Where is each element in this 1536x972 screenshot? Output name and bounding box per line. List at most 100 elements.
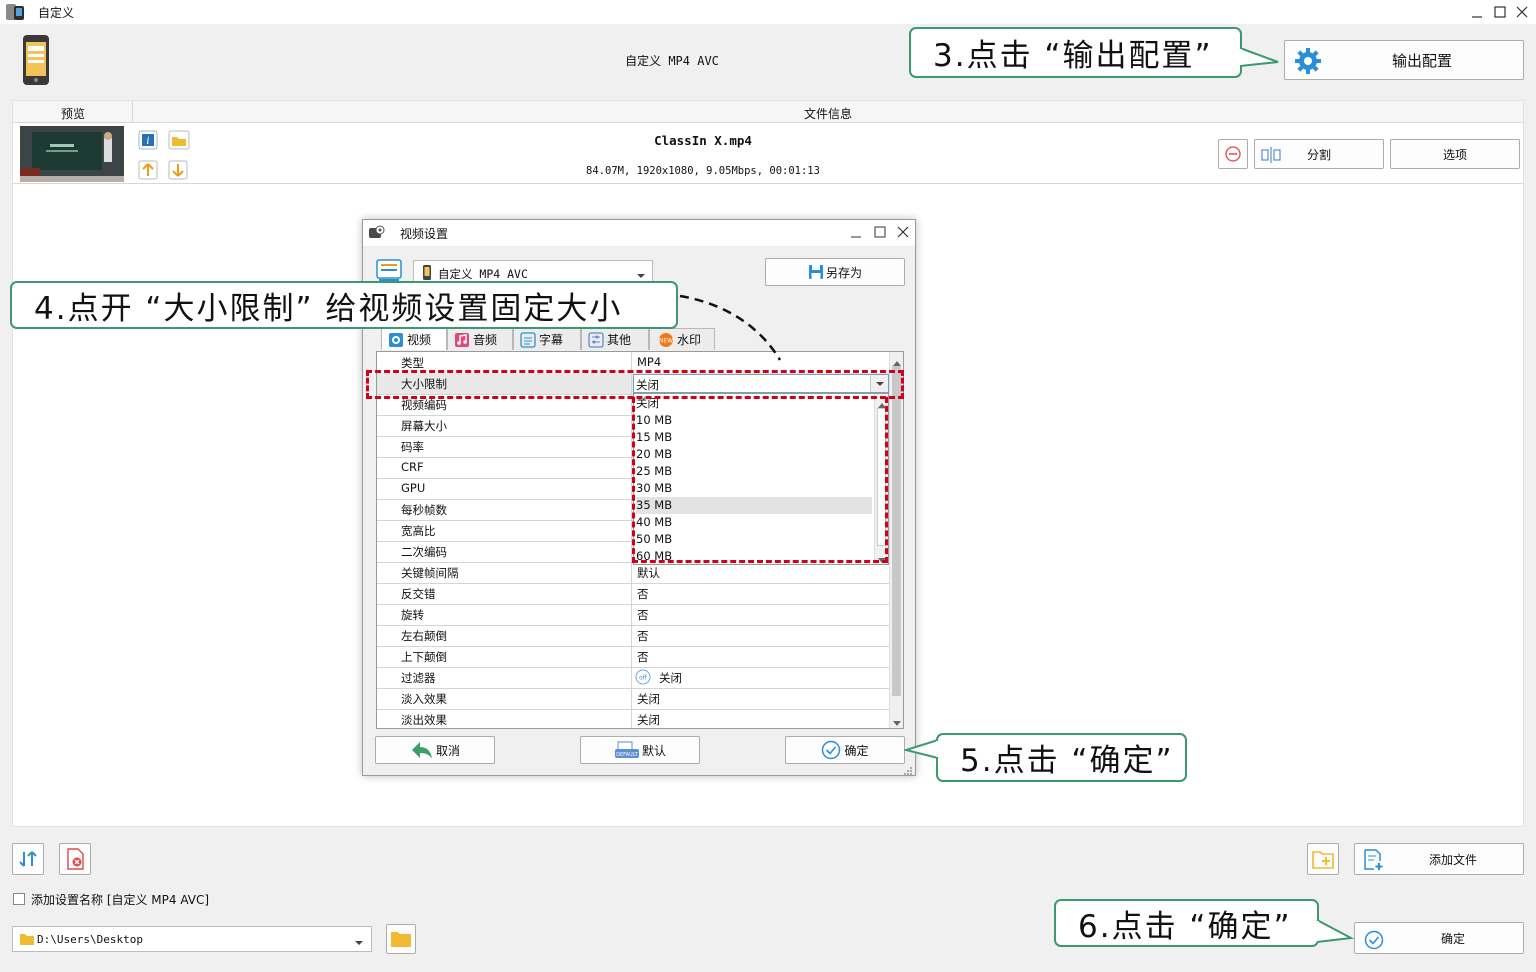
window-title: 自定义 (38, 6, 75, 20)
tab-video-label: 视频 (407, 333, 432, 347)
sort-button[interactable] (12, 843, 44, 875)
property-row[interactable]: 反交错 否 (377, 583, 889, 605)
property-value[interactable]: 否 (637, 586, 649, 602)
close-icon[interactable] (1513, 3, 1531, 21)
property-name: CRF (401, 460, 424, 474)
property-name: 旋转 (401, 608, 424, 622)
output-config-button[interactable]: 输出配置 (1284, 40, 1524, 80)
default-button[interactable]: DEFAULT 默认 (580, 736, 700, 764)
property-row[interactable]: 淡入效果 关闭 (377, 688, 889, 710)
grid-scroll-thumb[interactable] (892, 366, 901, 696)
profile-select-value: 自定义 MP4 AVC (438, 267, 528, 281)
main-ok-button[interactable]: 确定 (1354, 922, 1524, 954)
resize-grip-icon[interactable] (903, 765, 913, 775)
tab-subtitle-label: 字幕 (539, 333, 564, 347)
file-details: 84.07M, 1920x1080, 9.05Mbps, 00:01:13 (586, 165, 820, 177)
move-down-icon[interactable] (168, 160, 188, 180)
split-label: 分割 (1306, 147, 1331, 162)
property-row[interactable]: off 过滤器 关闭 (377, 667, 889, 689)
property-divider (631, 562, 632, 583)
property-name: 类型 (401, 356, 424, 370)
dialog-ok-button[interactable]: 确定 (785, 736, 905, 764)
callout-step4-text: 4.点开 “大小限制” 给视频设置固定大小 (34, 290, 623, 327)
tab-audio[interactable]: 音频 (447, 328, 513, 350)
maximize-icon[interactable] (1491, 3, 1509, 21)
property-value[interactable]: 默认 (637, 565, 660, 581)
tab-audio-label: 音频 (473, 333, 498, 347)
default-label: 默认 (641, 743, 666, 758)
split-button[interactable]: 分割 (1254, 139, 1384, 169)
property-value[interactable]: 否 (637, 607, 649, 623)
dialog-minimize-icon[interactable] (848, 224, 864, 240)
property-name: 每秒帧数 (401, 503, 447, 517)
options-button[interactable]: 选项 (1390, 139, 1520, 169)
callout-step3-text: 3.点击 “输出配置” (933, 38, 1213, 74)
property-value[interactable]: 关闭 (637, 712, 660, 728)
output-path-select[interactable]: D:\Users\Desktop (12, 926, 372, 952)
split-icon (1261, 146, 1281, 164)
property-row[interactable]: 左右颠倒 否 (377, 625, 889, 647)
move-up-icon[interactable] (138, 160, 158, 180)
file-row[interactable]: i ClassIn X.mp4 84.07M, 1920x1080, 9.05M… (13, 124, 1523, 184)
property-name: 上下颠倒 (401, 650, 447, 664)
property-row[interactable]: 旋转 否 (377, 604, 889, 626)
property-name: 码率 (401, 440, 424, 454)
dialog-ok-label: 确定 (844, 743, 869, 758)
grid-scrollbar[interactable] (889, 352, 903, 728)
callout-step5: 5.点击 “确定” (936, 733, 1187, 782)
sort-icon (18, 849, 38, 869)
minimize-icon[interactable] (1468, 3, 1486, 21)
remove-file-button[interactable] (1218, 139, 1248, 169)
tab-video[interactable]: 视频 (381, 328, 447, 350)
add-setting-name-checkbox[interactable] (13, 893, 25, 905)
cancel-button[interactable]: 取消 (375, 736, 495, 764)
app-icon (4, 2, 26, 22)
save-as-button[interactable]: 另存为 (765, 258, 905, 286)
property-name: 关键帧间隔 (401, 566, 459, 580)
title-bar: 自定义 (0, 0, 1536, 24)
property-value[interactable]: 关闭 (659, 670, 682, 686)
add-file-button[interactable]: 添加文件 (1354, 843, 1524, 875)
tab-other[interactable]: 其他 (581, 328, 649, 350)
browse-folder-icon (390, 930, 412, 948)
off-toggle-icon[interactable]: off (635, 669, 651, 685)
callout-step4-pointer (679, 294, 782, 361)
info-icon[interactable]: i (138, 130, 158, 150)
scroll-down-icon[interactable] (893, 716, 901, 726)
add-folder-button[interactable] (1307, 843, 1339, 875)
dialog-close-icon[interactable] (895, 224, 911, 240)
scroll-up-icon[interactable] (893, 355, 901, 366)
remove-icon (1225, 146, 1241, 162)
gear-icon (1293, 46, 1323, 76)
main-ok-label: 确定 (1440, 931, 1465, 946)
output-path-value: D:\Users\Desktop (37, 933, 143, 946)
callout-step5-text: 5.点击 “确定” (960, 743, 1174, 779)
file-name: ClassIn X.mp4 (654, 133, 752, 148)
dialog-maximize-icon[interactable] (872, 224, 888, 240)
dialog-title-bar: 视频设置 (363, 220, 915, 246)
settings-tabs: 视频 音频 字幕 其他 NEW 水印 (381, 328, 721, 350)
property-name: 淡出效果 (401, 713, 447, 727)
property-value[interactable]: MP4 (637, 355, 661, 369)
folder-icon[interactable] (168, 130, 190, 150)
other-tab-icon (588, 331, 604, 348)
property-value[interactable]: 否 (637, 649, 649, 665)
watermark-tab-icon: NEW (658, 332, 674, 348)
property-row[interactable]: 上下颠倒 否 (377, 646, 889, 668)
property-value[interactable]: 否 (637, 628, 649, 644)
delete-file-icon (65, 848, 85, 870)
property-value[interactable]: 关闭 (637, 691, 660, 707)
clear-list-button[interactable] (59, 843, 91, 875)
video-thumbnail[interactable] (20, 126, 124, 182)
property-name: 视频编码 (401, 398, 447, 412)
property-row[interactable]: 淡出效果 关闭 (377, 709, 889, 728)
property-row[interactable]: 关键帧间隔 默认 (377, 562, 889, 584)
path-chevron-down-icon (354, 936, 364, 945)
property-name: 屏幕大小 (401, 419, 447, 433)
default-icon: DEFAULT (614, 741, 640, 759)
svg-text:NEW: NEW (659, 337, 673, 344)
browse-folder-button[interactable] (386, 924, 416, 954)
tab-subtitle[interactable]: 字幕 (513, 328, 581, 350)
tab-other-label: 其他 (607, 333, 632, 347)
property-divider (631, 709, 632, 728)
